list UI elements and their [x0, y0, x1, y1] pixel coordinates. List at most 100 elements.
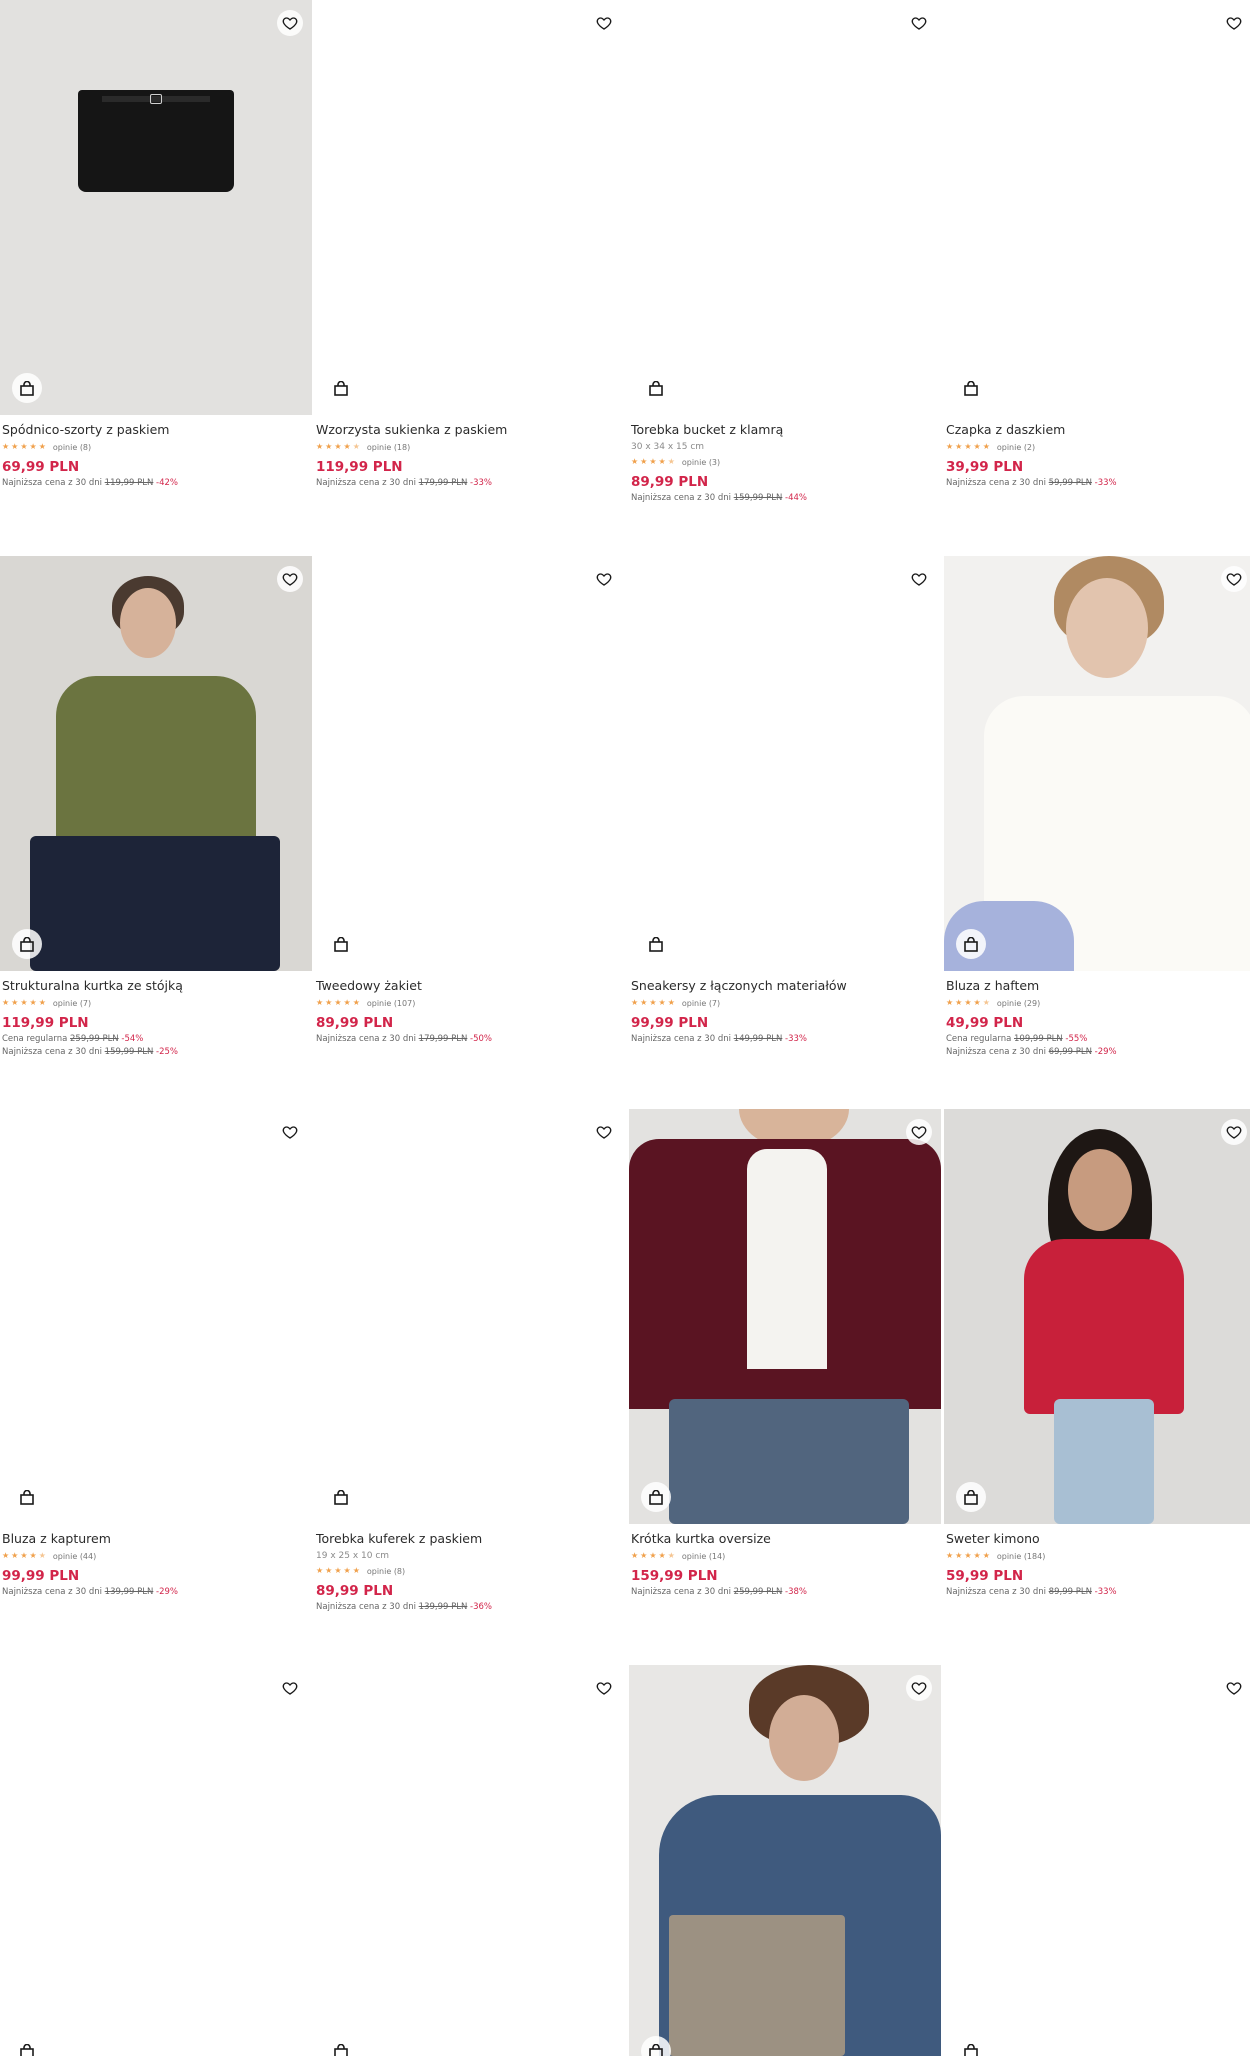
product-card[interactable] [944, 1665, 1250, 2056]
review-count[interactable]: opinie (184) [997, 1552, 1045, 1561]
product-card[interactable]: Torebka bucket z klamrą 30 x 34 x 15 cm … [629, 0, 941, 505]
product-name[interactable]: Krótka kurtka oversize [631, 1530, 939, 1548]
product-image[interactable] [0, 1665, 312, 2056]
heart-icon [1226, 1126, 1242, 1139]
favorite-button[interactable] [277, 10, 303, 36]
product-image[interactable] [0, 1109, 312, 1524]
review-count[interactable]: opinie (8) [53, 443, 91, 452]
product-card[interactable]: Spódnico-szorty z paskiem ★ ★ ★ ★ ★ opinie (8… [0, 0, 312, 490]
product-card[interactable] [0, 1665, 312, 2056]
product-image[interactable] [944, 556, 1250, 971]
review-count[interactable]: opinie (44) [53, 1552, 96, 1561]
add-to-cart-button[interactable] [326, 1482, 356, 1512]
favorite-button[interactable] [591, 10, 617, 36]
product-card[interactable]: Bluza z kapturem ★ ★ ★ ★ ★ opinie (44) 99,99 … [0, 1109, 312, 1599]
product-image[interactable] [314, 556, 626, 971]
product-image[interactable] [944, 0, 1250, 415]
product-image[interactable] [629, 0, 941, 415]
review-count[interactable]: opinie (2) [997, 443, 1035, 452]
star-icon: ★ [973, 998, 981, 1007]
product-name[interactable]: Torebka kuferek z paskiem [316, 1530, 624, 1548]
product-card[interactable]: Torebka kuferek z paskiem 19 x 25 x 10 c… [314, 1109, 626, 1614]
favorite-button[interactable] [1221, 10, 1247, 36]
add-to-cart-button[interactable] [956, 1482, 986, 1512]
product-info: Wzorzysta sukienka z paskiem ★ ★ ★ ★ ★ opinie… [314, 415, 626, 490]
product-card[interactable]: Czapka z daszkiem ★ ★ ★ ★ ★ opinie (2) 39,99 … [944, 0, 1250, 490]
product-image[interactable] [0, 556, 312, 971]
product-card[interactable]: Wzorzysta sukienka z paskiem ★ ★ ★ ★ ★ opinie… [314, 0, 626, 490]
favorite-button[interactable] [591, 1119, 617, 1145]
product-card[interactable]: Sneakersy z łączonych materiałów ★ ★ ★ ★ ★ op… [629, 556, 941, 1046]
product-image[interactable] [314, 1665, 626, 2056]
add-to-cart-button[interactable] [12, 2036, 42, 2056]
add-to-cart-button[interactable] [956, 929, 986, 959]
product-image[interactable] [629, 556, 941, 971]
rating: ★ ★ ★ ★ ★ opinie (8) [316, 1564, 624, 1578]
shopping-bag-icon [964, 380, 978, 396]
review-count[interactable]: opinie (8) [367, 1567, 405, 1576]
favorite-button[interactable] [1221, 566, 1247, 592]
product-image[interactable] [314, 0, 626, 415]
product-name[interactable]: Wzorzysta sukienka z paskiem [316, 421, 624, 439]
favorite-button[interactable] [906, 566, 932, 592]
product-card[interactable] [314, 1665, 626, 2056]
product-image[interactable] [944, 1109, 1250, 1524]
favorite-button[interactable] [906, 1675, 932, 1701]
add-to-cart-button[interactable] [326, 2036, 356, 2056]
favorite-button[interactable] [591, 566, 617, 592]
review-count[interactable]: opinie (3) [682, 458, 720, 467]
product-image[interactable] [944, 1665, 1250, 2056]
price-note: Najniższa cena z 30 dni 89,99 PLN -33% [946, 1587, 1117, 1597]
product-image[interactable] [629, 1665, 941, 2056]
review-count[interactable]: opinie (7) [682, 999, 720, 1008]
add-to-cart-button[interactable] [12, 1482, 42, 1512]
product-name[interactable]: Strukturalna kurtka ze stójką [2, 977, 310, 995]
heart-icon [911, 1126, 927, 1139]
half-star-icon: ★ [352, 442, 360, 451]
review-count[interactable]: opinie (29) [997, 999, 1040, 1008]
product-name[interactable]: Czapka z daszkiem [946, 421, 1250, 439]
favorite-button[interactable] [277, 1675, 303, 1701]
review-count[interactable]: opinie (107) [367, 999, 415, 1008]
product-image[interactable] [314, 1109, 626, 1524]
star-icon: ★ [11, 1551, 19, 1560]
product-info: Torebka kuferek z paskiem 19 x 25 x 10 c… [314, 1524, 626, 1614]
favorite-button[interactable] [591, 1675, 617, 1701]
favorite-button[interactable] [906, 10, 932, 36]
product-name[interactable]: Sneakersy z łączonych materiałów [631, 977, 939, 995]
add-to-cart-button[interactable] [641, 1482, 671, 1512]
review-count[interactable]: opinie (18) [367, 443, 410, 452]
add-to-cart-button[interactable] [326, 929, 356, 959]
rating: ★ ★ ★ ★ ★ opinie (107) [316, 996, 624, 1010]
favorite-button[interactable] [277, 1119, 303, 1145]
product-card[interactable]: Bluza z haftem ★ ★ ★ ★ ★ opinie (29) 49,99 PL… [944, 556, 1250, 1059]
add-to-cart-button[interactable] [326, 373, 356, 403]
add-to-cart-button[interactable] [12, 373, 42, 403]
star-icon: ★ [964, 998, 972, 1007]
product-card[interactable]: Krótka kurtka oversize ★ ★ ★ ★ ★ opinie (14) … [629, 1109, 941, 1599]
favorite-button[interactable] [277, 566, 303, 592]
product-name[interactable]: Bluza z haftem [946, 977, 1250, 995]
add-to-cart-button[interactable] [12, 929, 42, 959]
product-card[interactable] [629, 1665, 941, 2056]
favorite-button[interactable] [1221, 1675, 1247, 1701]
product-name[interactable]: Bluza z kapturem [2, 1530, 310, 1548]
product-card[interactable]: Tweedowy żakiet ★ ★ ★ ★ ★ opinie (107) 89,99 … [314, 556, 626, 1046]
favorite-button[interactable] [906, 1119, 932, 1145]
review-count[interactable]: opinie (14) [682, 1552, 725, 1561]
product-image[interactable] [0, 0, 312, 415]
product-name[interactable]: Tweedowy żakiet [316, 977, 624, 995]
add-to-cart-button[interactable] [641, 373, 671, 403]
add-to-cart-button[interactable] [956, 373, 986, 403]
product-card[interactable]: Strukturalna kurtka ze stójką ★ ★ ★ ★ ★ opini… [0, 556, 312, 1059]
product-card[interactable]: Sweter kimono ★ ★ ★ ★ ★ opinie (184) 59,99 PL… [944, 1109, 1250, 1599]
review-count[interactable]: opinie (7) [53, 999, 91, 1008]
add-to-cart-button[interactable] [956, 2036, 986, 2056]
product-name[interactable]: Sweter kimono [946, 1530, 1250, 1548]
favorite-button[interactable] [1221, 1119, 1247, 1145]
product-name[interactable]: Torebka bucket z klamrą [631, 421, 939, 439]
product-image[interactable] [629, 1109, 941, 1524]
product-name[interactable]: Spódnico-szorty z paskiem [2, 421, 310, 439]
star-icon: ★ [982, 442, 990, 451]
add-to-cart-button[interactable] [641, 929, 671, 959]
